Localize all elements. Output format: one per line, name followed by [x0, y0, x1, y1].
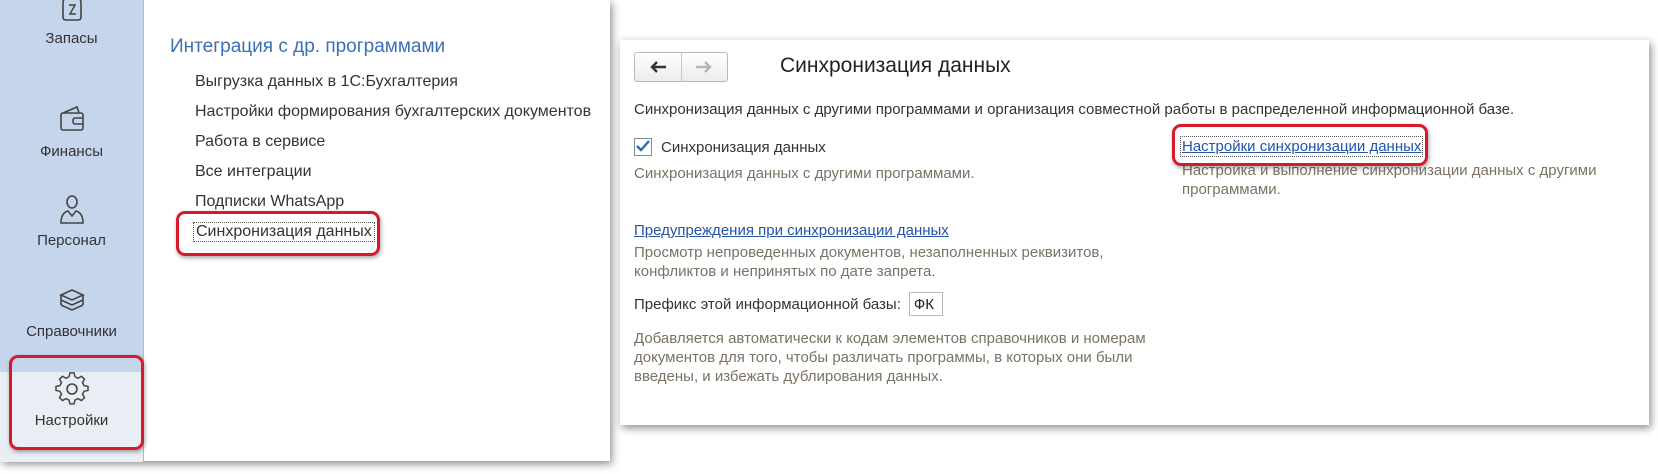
- sidebar-item-label: Запасы: [45, 30, 98, 47]
- books-stack-icon: [58, 289, 85, 311]
- sections-sidebar: Запасы Финансы Персонал Справочники Наст…: [0, 0, 144, 462]
- menu-item-service-work[interactable]: Работа в сервисе: [195, 133, 325, 151]
- sync-checkbox-label: Синхронизация данных: [661, 138, 826, 156]
- sidebar-item-references[interactable]: Справочники: [0, 283, 143, 373]
- navigation-buttons: [634, 52, 728, 82]
- sync-settings-link[interactable]: Настройки синхронизации данных: [1179, 136, 1424, 157]
- sidebar-item-label: Справочники: [26, 323, 117, 340]
- menu-item-all-integrations[interactable]: Все интеграции: [195, 163, 312, 181]
- arrow-left-icon: [650, 61, 666, 73]
- sidebar-item-personnel[interactable]: Персонал: [0, 192, 143, 282]
- form-description: Синхронизация данных с другими программа…: [634, 101, 1515, 118]
- sync-settings-hint: Настройка и выполнение синхронизации дан…: [1182, 162, 1597, 198]
- sidebar-item-label: Финансы: [40, 143, 103, 160]
- prefix-label: Префикс этой информационной базы:: [634, 295, 901, 313]
- menu-item-export-1c[interactable]: Выгрузка данных в 1С:Бухгалтерия: [195, 73, 458, 91]
- sidebar-item-label: Настройки: [34, 412, 109, 429]
- prefix-input[interactable]: [908, 292, 943, 316]
- prefix-hint: Добавляется автоматически к кодам элемен…: [634, 330, 1146, 385]
- section-title: Интеграция с др. программами: [170, 36, 446, 57]
- checkmark-icon: [636, 140, 650, 152]
- form-title: Синхронизация данных: [780, 54, 1011, 77]
- arrow-right-icon: [696, 61, 712, 73]
- sidebar-item-finance[interactable]: Финансы: [0, 103, 143, 193]
- stock-jar-icon: [61, 0, 82, 21]
- sync-checkbox[interactable]: [634, 138, 652, 156]
- forward-button[interactable]: [680, 53, 728, 81]
- data-sync-form-window: Синхронизация данных Синхронизация данны…: [620, 40, 1649, 425]
- sidebar-item-stock[interactable]: Запасы: [0, 0, 143, 80]
- back-button[interactable]: [635, 53, 681, 81]
- sync-hint: Синхронизация данных с другими программа…: [634, 165, 975, 182]
- sync-checkbox-row: Синхронизация данных: [634, 138, 826, 156]
- menu-item-whatsapp-subscriptions[interactable]: Подписки WhatsApp: [195, 193, 344, 211]
- sync-warnings-hint: Просмотр непроведенных документов, незап…: [634, 244, 1104, 280]
- menu-item-accounting-docs-settings[interactable]: Настройки формирования бухгалтерских док…: [195, 103, 591, 121]
- person-icon: [59, 195, 84, 224]
- wallet-icon: [59, 105, 84, 131]
- sidebar-item-settings[interactable]: Настройки: [0, 372, 143, 462]
- sections-panel-window: Запасы Финансы Персонал Справочники Наст…: [0, 0, 610, 462]
- prefix-row: Префикс этой информационной базы:: [634, 292, 943, 316]
- sidebar-item-label: Персонал: [37, 232, 106, 249]
- menu-item-data-sync[interactable]: Синхронизация данных: [193, 222, 375, 242]
- gear-icon: [54, 372, 89, 405]
- sync-warnings-link[interactable]: Предупреждения при синхронизации данных: [634, 222, 949, 239]
